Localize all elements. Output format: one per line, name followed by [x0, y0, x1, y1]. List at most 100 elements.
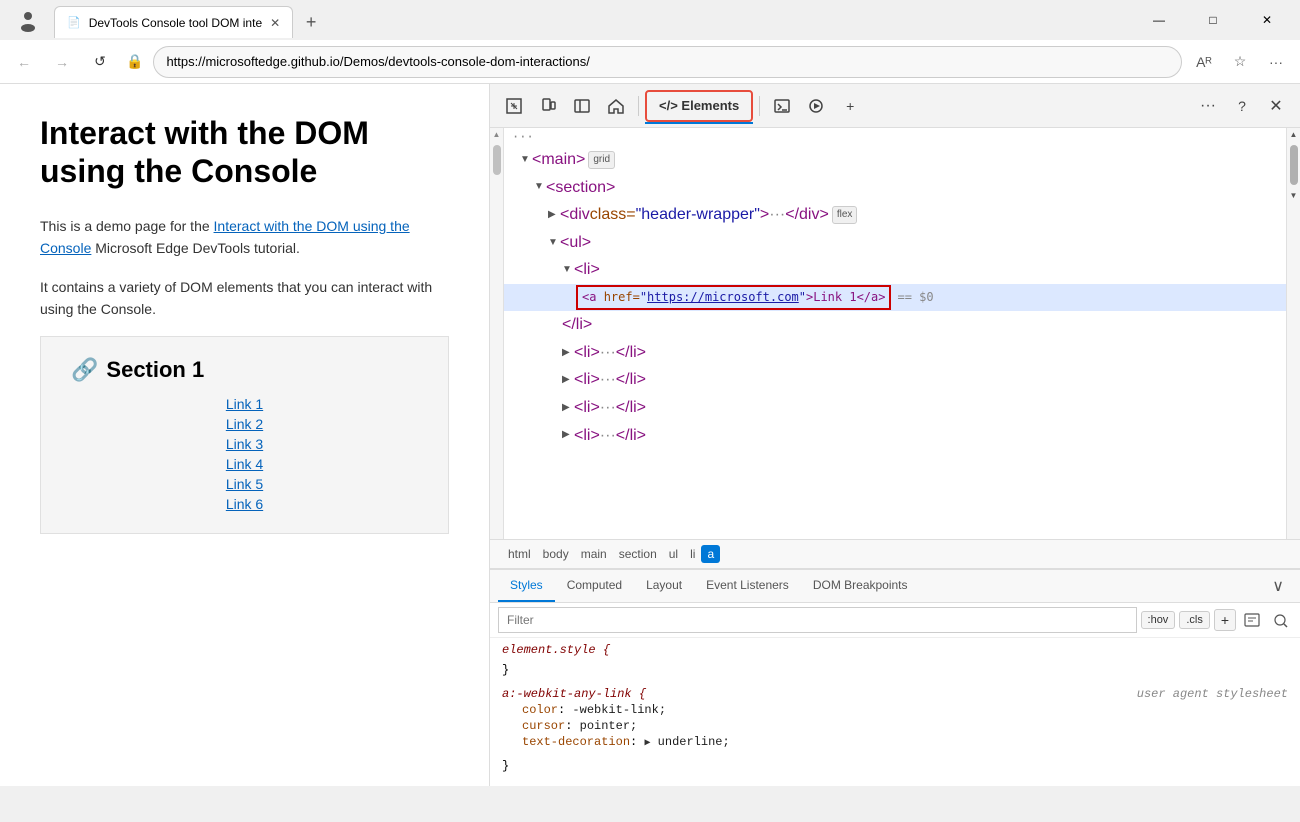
expand-main[interactable]: ▼ — [520, 152, 532, 168]
console-btn[interactable] — [766, 90, 798, 122]
close-btn[interactable]: ✕ — [1244, 4, 1290, 36]
device-emulation-btn[interactable] — [532, 90, 564, 122]
section-link-1[interactable]: Link 1 — [226, 395, 263, 413]
dom-line-section[interactable]: ▼ <section> — [504, 174, 1286, 202]
debugger-btn[interactable] — [800, 90, 832, 122]
sidebar-toggle-btn[interactable] — [566, 90, 598, 122]
paragraph2: It contains a variety of DOM elements th… — [40, 276, 449, 321]
dom-right-scrollbar: ▲ ▼ — [1286, 128, 1300, 539]
devtools-help-btn[interactable]: ? — [1226, 90, 1258, 122]
address-bar: ← → ↺ 🔒 Aᴿ ☆ ··· — [0, 40, 1300, 84]
dom-line-li2[interactable]: ▶ <li> ··· </li> — [504, 339, 1286, 367]
browser-tab[interactable]: 📄 DevTools Console tool DOM inte ✕ — [54, 6, 293, 38]
maximize-btn[interactable]: □ — [1190, 4, 1236, 36]
dom-scroll-down[interactable]: ▼ — [1288, 189, 1300, 202]
address-action-icons: Aᴿ ☆ ··· — [1188, 46, 1292, 78]
dom-line-li5[interactable]: ▶ <li> ··· </li> — [504, 422, 1286, 450]
breadcrumb-main[interactable]: main — [575, 545, 613, 563]
hover-state-btn[interactable]: :hov — [1141, 611, 1176, 629]
home-btn[interactable] — [600, 90, 632, 122]
dom-tree-container: ··· ▼ <main> grid ▼ <section> — [504, 128, 1286, 539]
section-link-3[interactable]: Link 3 — [226, 435, 263, 453]
expand-li[interactable]: ▼ — [562, 262, 574, 278]
expand-li3[interactable]: ▶ — [562, 372, 574, 388]
elements-tab-btn[interactable]: </> Elements — [645, 90, 753, 122]
elements-tab-underline — [645, 122, 753, 124]
dom-ellipsis: ··· — [504, 128, 1286, 146]
section-link-4[interactable]: Link 4 — [226, 455, 263, 473]
devtools-panel: </> Elements + ··· ? ✕ ▲ — [490, 84, 1300, 786]
expand-div[interactable]: ▶ — [548, 207, 560, 223]
tab-layout[interactable]: Layout — [634, 570, 694, 602]
address-input[interactable] — [153, 46, 1182, 78]
title-bar: 📄 DevTools Console tool DOM inte ✕ + — □… — [0, 0, 1300, 40]
browser-more-btn[interactable]: ··· — [1260, 46, 1292, 78]
expand-ul[interactable]: ▼ — [548, 235, 560, 251]
read-aloud-btn[interactable]: Aᴿ — [1188, 46, 1220, 78]
lock-icon: 🔒 — [122, 53, 147, 70]
favorites-btn[interactable]: ☆ — [1224, 46, 1256, 78]
tab-styles[interactable]: Styles — [498, 570, 555, 602]
dom-line-a-selected[interactable]: <a href="https://microsoft.com">Link 1</… — [504, 284, 1286, 311]
dom-line-main[interactable]: ▼ <main> grid — [504, 146, 1286, 174]
css-rule-webkit-any-link: a:-webkit-any-link { user agent styleshe… — [502, 686, 1288, 750]
css-rules-area: element.style { } a:-webkit-any-link { u… — [490, 638, 1300, 786]
dom-line-div-header[interactable]: ▶ <div class="header-wrapper"> ··· </div… — [504, 201, 1286, 229]
dom-scroll-up[interactable]: ▲ — [1288, 128, 1300, 141]
breadcrumb-html[interactable]: html — [502, 545, 537, 563]
section-link-2[interactable]: Link 2 — [226, 415, 263, 433]
class-btn[interactable]: .cls — [1179, 611, 1210, 629]
breadcrumb-body[interactable]: body — [537, 545, 575, 563]
new-tab-btn[interactable]: + — [293, 6, 329, 38]
tab-close-btn[interactable]: ✕ — [270, 16, 280, 30]
dom-line-li4[interactable]: ▶ <li> ··· </li> — [504, 394, 1286, 422]
dom-scroll-thumb — [1290, 145, 1298, 185]
breadcrumb-bar: html body main section ul li a — [490, 539, 1300, 569]
expand-li4[interactable]: ▶ — [562, 400, 574, 416]
styles-panel: Styles Computed Layout Event Listeners D… — [490, 569, 1300, 786]
inspect-element-btn[interactable] — [498, 90, 530, 122]
back-btn[interactable]: ← — [8, 46, 40, 78]
dom-line-ul[interactable]: ▼ <ul> — [504, 229, 1286, 257]
expand-section[interactable]: ▼ — [534, 179, 546, 195]
styles-tabs-more[interactable]: ∨ — [1264, 572, 1292, 600]
inspect-style-icon[interactable] — [1268, 608, 1292, 632]
styles-filter-bar: :hov .cls + — [490, 603, 1300, 638]
breadcrumb-a[interactable]: a — [701, 545, 720, 563]
profile-icon — [10, 2, 46, 38]
breadcrumb-li[interactable]: li — [684, 545, 701, 563]
scroll-thumb — [493, 145, 501, 175]
devtools-body: ▲ ··· ▼ <main> grid — [490, 128, 1300, 786]
expand-li2[interactable]: ▶ — [562, 345, 574, 361]
scroll-up-arrow[interactable]: ▲ — [491, 128, 503, 141]
refresh-btn[interactable]: ↺ — [84, 46, 116, 78]
section-link-5[interactable]: Link 5 — [226, 475, 263, 493]
section-links: Link 1 Link 2 Link 3 Link 4 Link 5 Link … — [71, 395, 418, 513]
page-content: Interact with the DOM using the Console … — [0, 84, 490, 786]
dom-line-li3[interactable]: ▶ <li> ··· </li> — [504, 366, 1286, 394]
page-heading: Interact with the DOM using the Console — [40, 114, 449, 191]
section-link-6[interactable]: Link 6 — [226, 495, 263, 513]
tab-icon: 📄 — [67, 16, 81, 29]
elements-tab-container: </> Elements — [645, 90, 753, 122]
add-style-btn[interactable]: + — [1214, 609, 1236, 631]
tab-event-listeners[interactable]: Event Listeners — [694, 570, 801, 602]
css-rule-close: } — [502, 758, 1288, 774]
new-style-rule-icon[interactable] — [1240, 608, 1264, 632]
expand-li5[interactable]: ▶ — [562, 427, 574, 443]
breadcrumb-section[interactable]: section — [613, 545, 663, 563]
section1-box: 🔗 Section 1 Link 1 Link 2 Link 3 Link 4 … — [40, 336, 449, 534]
breadcrumb-ul[interactable]: ul — [663, 545, 684, 563]
forward-btn[interactable]: → — [46, 46, 78, 78]
dom-and-scroll-container: ▲ ··· ▼ <main> grid — [490, 128, 1300, 539]
add-panel-btn[interactable]: + — [834, 90, 866, 122]
styles-tabs-bar: Styles Computed Layout Event Listeners D… — [490, 570, 1300, 603]
tab-computed[interactable]: Computed — [555, 570, 634, 602]
minimize-btn[interactable]: — — [1136, 4, 1182, 36]
tab-dom-breakpoints[interactable]: DOM Breakpoints — [801, 570, 920, 602]
css-rule-element-style: element.style { } — [502, 642, 1288, 678]
styles-filter-input[interactable] — [498, 607, 1137, 633]
devtools-more-btn[interactable]: ··· — [1192, 90, 1224, 122]
dom-line-li-open[interactable]: ▼ <li> — [504, 256, 1286, 284]
devtools-close-btn[interactable]: ✕ — [1260, 90, 1292, 122]
